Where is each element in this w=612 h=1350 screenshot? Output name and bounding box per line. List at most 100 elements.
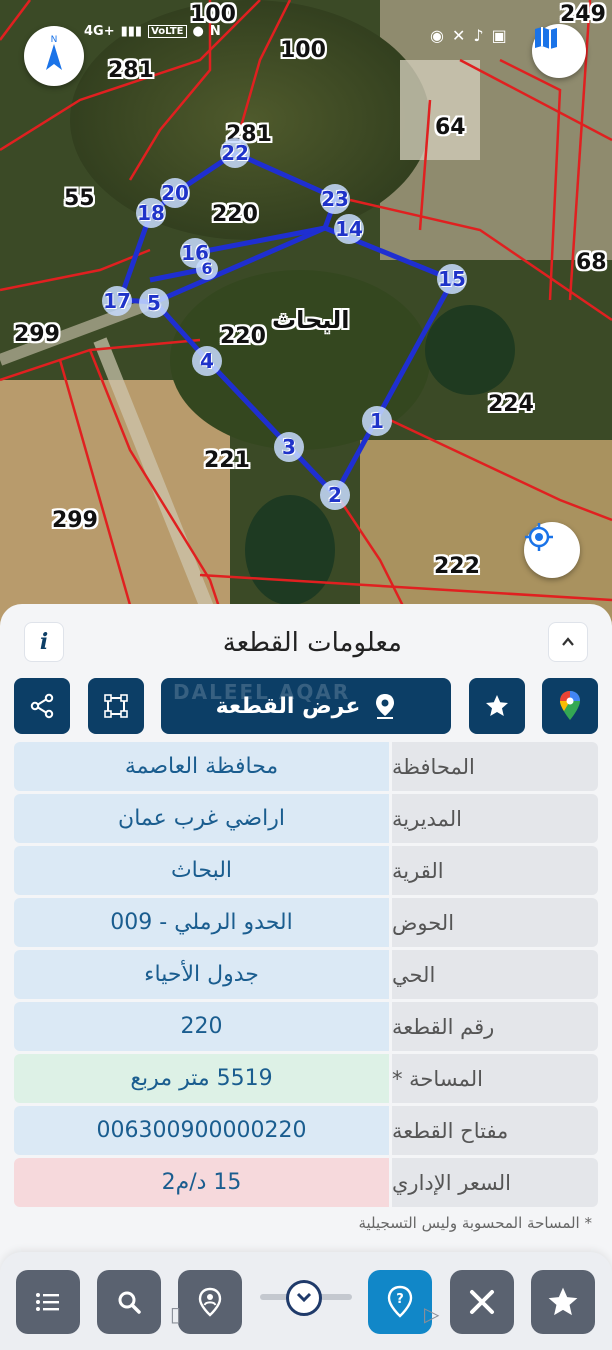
my-location-button[interactable]	[524, 522, 580, 578]
center-crosshair-icon[interactable]	[286, 1280, 322, 1316]
info-icon: i	[39, 629, 49, 655]
bottom-navigation: ? ▯ ▷	[0, 1252, 612, 1350]
vertex-marker[interactable]: 3	[274, 432, 304, 462]
back-icon[interactable]: ▷	[424, 1302, 439, 1326]
chevron-up-icon	[562, 637, 574, 646]
panel-title: معلومات القطعة	[222, 628, 402, 658]
google-maps-button[interactable]	[542, 678, 598, 734]
parcel-number: 249	[560, 2, 606, 27]
user-location-button[interactable]	[178, 1270, 242, 1334]
parcel-info-table: محافظة العاصمة المحافظة اراضي غرب عمان ا…	[14, 742, 598, 1210]
vertex-marker[interactable]: 15	[437, 264, 467, 294]
table-row: اراضي غرب عمان المديرية	[14, 794, 598, 843]
recents-icon[interactable]: ▯	[170, 1302, 181, 1326]
vertex-marker[interactable]: 4	[192, 346, 222, 376]
svg-text:?: ?	[396, 1292, 404, 1307]
directorate-label: المديرية	[392, 794, 598, 843]
search-icon	[118, 1291, 141, 1314]
table-row: محافظة العاصمة المحافظة	[14, 742, 598, 791]
parcel-key-value[interactable]: 006300900000220	[14, 1106, 389, 1155]
star-icon	[486, 695, 508, 716]
google-maps-icon	[560, 691, 580, 720]
whatsapp-icon: ◉	[430, 26, 444, 45]
panel-header: i معلومات القطعة	[0, 618, 612, 668]
governorate-value: محافظة العاصمة	[14, 742, 389, 791]
vertex-marker[interactable]: 2	[320, 480, 350, 510]
parcel-number-value: 220	[14, 1002, 389, 1051]
parcel-number: 299	[52, 508, 98, 533]
status-bar: 4G+ ▮▮▮ VoLTE ● N	[84, 24, 221, 39]
parcel-number: 224	[488, 392, 534, 417]
parcel-info-panel: i معلومات القطعة DALEEL AQAR عرض القطعة …	[0, 604, 612, 1350]
polygon-button[interactable]	[88, 678, 144, 734]
compass-north-icon: N	[46, 35, 62, 70]
table-row: 220 رقم القطعة	[14, 1002, 598, 1051]
directorate-value: اراضي غرب عمان	[14, 794, 389, 843]
vertex-marker[interactable]: 23	[320, 184, 350, 214]
polygon-icon	[104, 694, 128, 718]
basin-value: الحدو الرملي - 009	[14, 898, 389, 947]
person-pin-icon	[198, 1287, 222, 1317]
info-button[interactable]: i	[24, 622, 64, 662]
vertex-marker[interactable]: 6	[196, 258, 218, 280]
network-indicator: 4G+	[84, 24, 115, 39]
search-button[interactable]	[97, 1270, 161, 1334]
neighborhood-label: الحي	[392, 950, 598, 999]
basin-label: الحوض	[392, 898, 598, 947]
measure-tool-button[interactable]	[450, 1270, 514, 1334]
vertex-marker[interactable]: 22	[220, 138, 250, 168]
area-label: المساحة *	[392, 1054, 598, 1103]
parcel-number: 281	[108, 58, 154, 83]
tiktok-icon: ♪	[473, 26, 484, 45]
help-button[interactable]: ?	[368, 1270, 432, 1334]
table-row: الحدو الرملي - 009 الحوض	[14, 898, 598, 947]
admin-price-value: 15 د/م2	[14, 1158, 389, 1207]
my-location-icon	[525, 523, 553, 551]
village-label: البحاث	[272, 306, 350, 334]
area-value: 5519 متر مربع	[14, 1054, 389, 1103]
parcel-number: 299	[14, 322, 60, 347]
instagram-icon: ▣	[491, 26, 507, 45]
notification-icons: ◉ ✕ ♪ ▣	[430, 26, 507, 45]
action-toolbar: DALEEL AQAR عرض القطعة	[14, 678, 598, 734]
parcel-number: 55	[64, 186, 95, 211]
favorite-button[interactable]	[469, 678, 525, 734]
table-row: 15 د/م2 السعر الإداري	[14, 1158, 598, 1207]
village-value: البحاث	[14, 846, 389, 895]
collapse-button[interactable]	[548, 622, 588, 662]
parcel-number: 100	[280, 38, 326, 63]
map-view[interactable]: 249 100 100 281 281 55 220 64 68 299 220…	[0, 0, 612, 640]
table-row: 006300900000220 مفتاح القطعة	[14, 1106, 598, 1155]
vertex-marker[interactable]: 5	[139, 288, 169, 318]
map-book-button[interactable]	[532, 24, 586, 78]
help-pin-icon: ?	[387, 1285, 413, 1318]
parcel-number: 64	[435, 115, 466, 140]
signal-icon: ▮▮▮	[120, 24, 143, 39]
vertex-marker[interactable]: 1	[362, 406, 392, 436]
parcel-number: 221	[204, 448, 250, 473]
show-parcel-button[interactable]: DALEEL AQAR عرض القطعة	[161, 678, 451, 734]
x-icon: ✕	[451, 26, 466, 45]
table-row: البحاث القرية	[14, 846, 598, 895]
favorites-nav-button[interactable]	[531, 1270, 595, 1334]
vertex-marker[interactable]: 14	[334, 214, 364, 244]
volte-badge: VoLTE	[148, 25, 187, 38]
share-button[interactable]	[14, 678, 70, 734]
list-icon	[36, 1293, 59, 1311]
star-icon	[548, 1287, 578, 1316]
village-label: القرية	[392, 846, 598, 895]
svg-text:N: N	[51, 35, 58, 45]
location-icon: ●	[192, 24, 204, 39]
vertex-marker[interactable]: 17	[102, 286, 132, 316]
vertex-marker[interactable]: 20	[160, 178, 190, 208]
compass-button[interactable]: N	[24, 26, 84, 86]
parcel-number-label: رقم القطعة	[392, 1002, 598, 1051]
watermark: DALEEL AQAR	[173, 680, 351, 704]
parcel-number: 68	[576, 250, 607, 275]
map-book-icon	[535, 27, 557, 49]
parcel-key-label: مفتاح القطعة	[392, 1106, 598, 1155]
table-row: 5519 متر مربع المساحة *	[14, 1054, 598, 1103]
admin-price-label: السعر الإداري	[392, 1158, 598, 1207]
list-button[interactable]	[16, 1270, 80, 1334]
nfc-icon: N	[209, 24, 221, 39]
